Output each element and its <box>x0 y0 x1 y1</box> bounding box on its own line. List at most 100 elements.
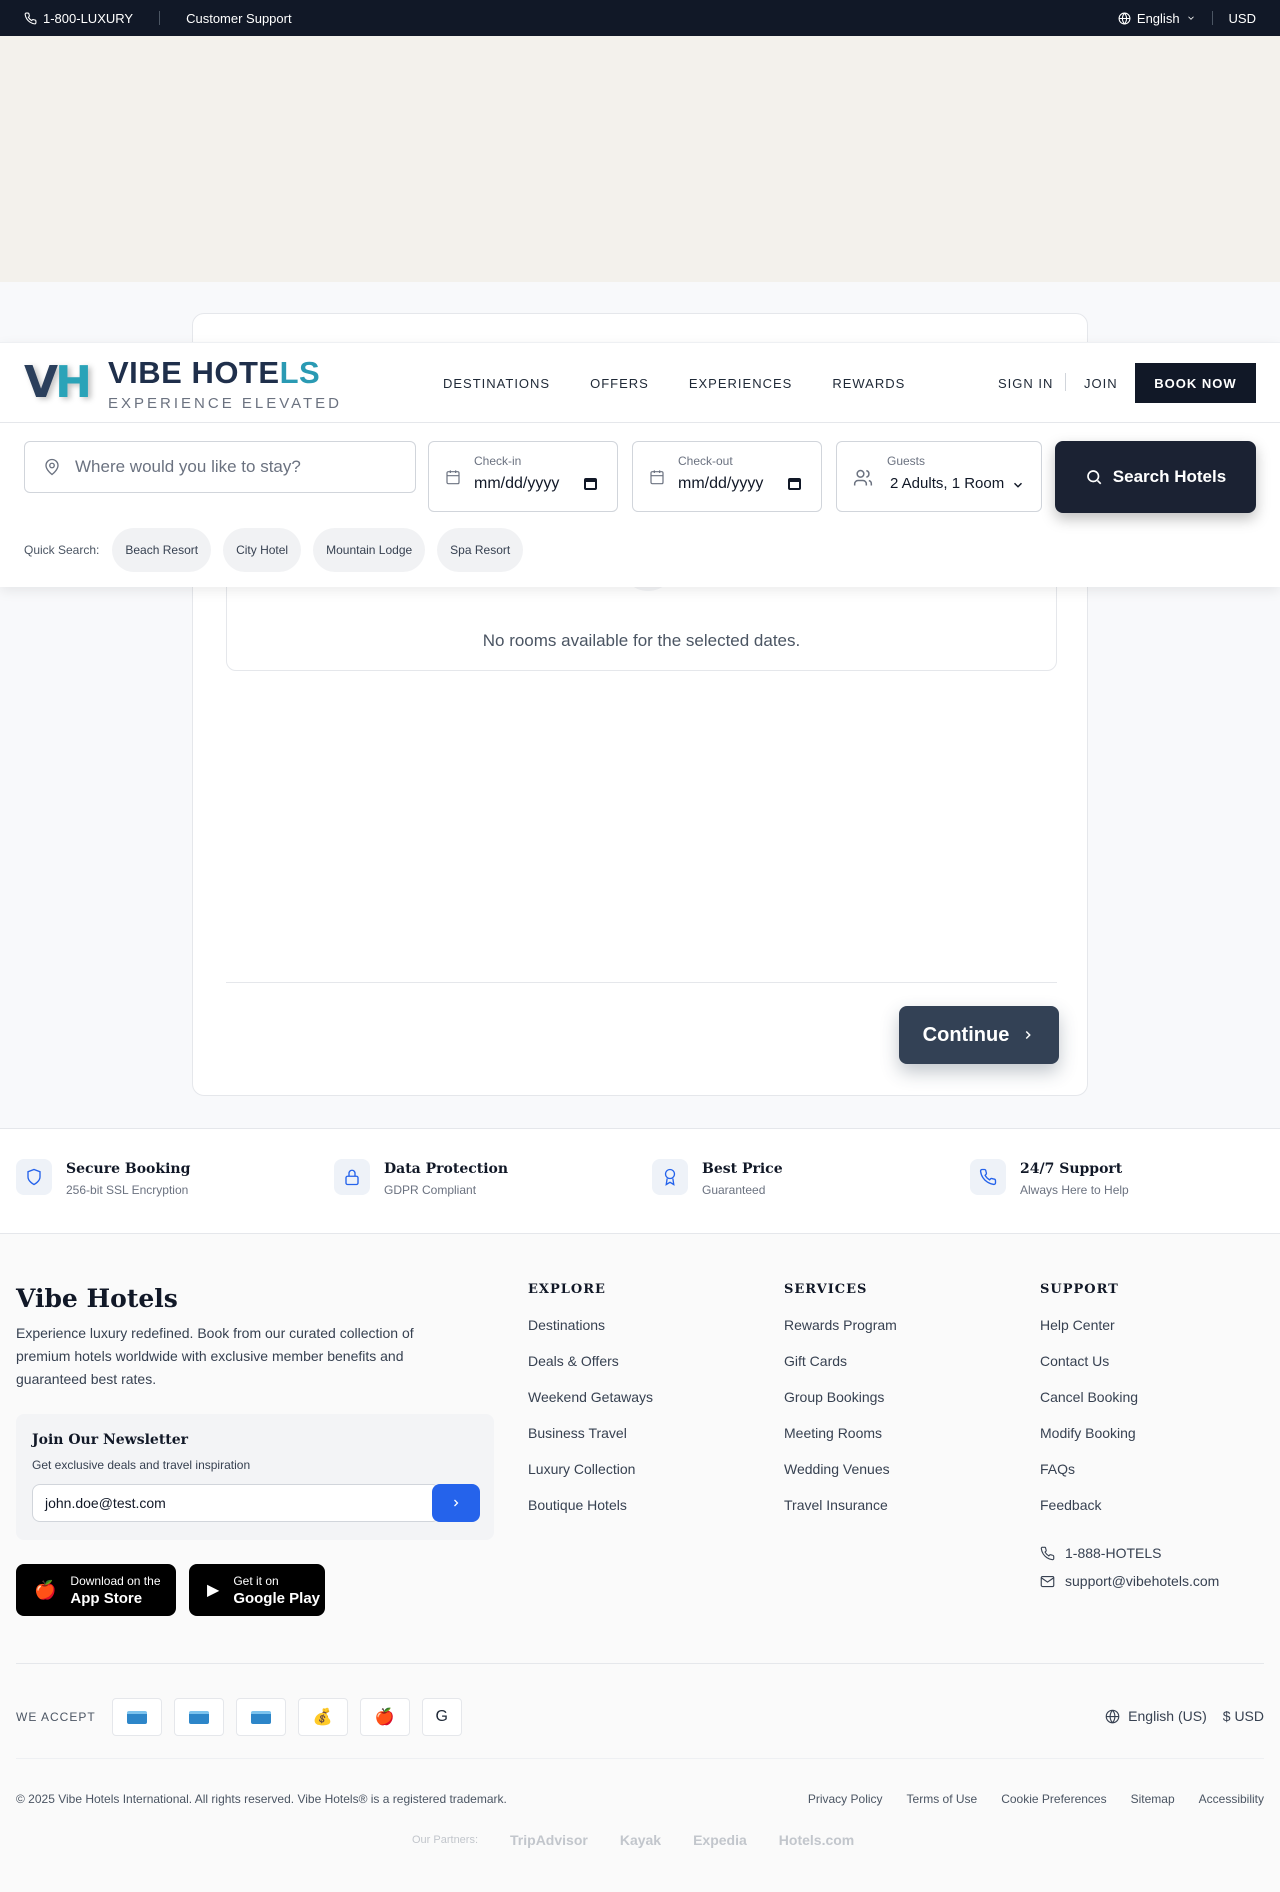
footer-link[interactable]: Travel Insurance <box>784 1497 897 1533</box>
footer-link[interactable]: Contact Us <box>1040 1353 1138 1389</box>
google-play-button[interactable]: ▶ Get it on Google Play <box>189 1564 325 1616</box>
footer-link[interactable]: Weekend Getaways <box>528 1389 653 1425</box>
quick-chip-beach-resort[interactable]: Beach Resort <box>112 528 212 572</box>
join-link[interactable]: JOIN <box>1084 376 1118 391</box>
lock-icon <box>345 1169 359 1186</box>
quick-chip-city-hotel[interactable]: City Hotel <box>223 528 302 572</box>
footer-email-text: support@vibehotels.com <box>1065 1573 1220 1589</box>
sign-in-link[interactable]: SIGN IN <box>998 376 1053 391</box>
trust-item-best-price: Best Price Guaranteed <box>652 1159 783 1197</box>
footer-link[interactable]: Boutique Hotels <box>528 1497 653 1533</box>
footer-link[interactable]: Cancel Booking <box>1040 1389 1138 1425</box>
date-picker-icon[interactable] <box>788 478 801 490</box>
hero-banner <box>0 36 1280 282</box>
footer-link[interactable]: Feedback <box>1040 1497 1138 1533</box>
column-title: SERVICES <box>784 1282 868 1297</box>
partner-logo: Kayak <box>619 1832 662 1848</box>
nav-offers[interactable]: OFFERS <box>590 376 649 391</box>
trust-item-secure-booking: Secure Booking 256-bit SSL Encryption <box>16 1159 190 1197</box>
footer-currency[interactable]: $ USD <box>1223 1708 1264 1724</box>
brand-name-main: VIBE HOTE <box>108 355 280 390</box>
trust-item-data-protection: Data Protection GDPR Compliant <box>334 1159 508 1197</box>
legal-links: Privacy Policy Terms of Use Cookie Prefe… <box>808 1792 1264 1806</box>
book-now-button[interactable]: BOOK NOW <box>1135 363 1256 403</box>
footer-link[interactable]: Luxury Collection <box>528 1461 653 1497</box>
footer-link[interactable]: Destinations <box>528 1317 653 1353</box>
empty-rooms-message: No rooms available for the selected date… <box>482 631 801 650</box>
trust-item-support: 24/7 Support Always Here to Help <box>970 1159 1129 1197</box>
users-icon <box>853 469 873 486</box>
app-store-button[interactable]: 🍎 Download on the App Store <box>16 1564 176 1616</box>
date-picker-icon[interactable] <box>584 478 597 490</box>
nav-links: DESTINATIONS OFFERS EXPERIENCES REWARDS <box>443 376 945 391</box>
footer-column-services: SERVICES Rewards Program Gift Cards Grou… <box>784 1282 897 1533</box>
terms-link[interactable]: Terms of Use <box>907 1792 978 1806</box>
search-hotels-button[interactable]: Search Hotels <box>1055 441 1256 513</box>
newsletter-box: Join Our Newsletter Get exclusive deals … <box>16 1414 494 1540</box>
search-icon <box>1086 470 1102 485</box>
footer-link[interactable]: Meeting Rooms <box>784 1425 897 1461</box>
logo-letter-h: H <box>55 357 92 408</box>
credit-card-icon <box>235 1698 286 1736</box>
we-accept-label: WE ACCEPT <box>16 1710 96 1724</box>
map-pin-icon <box>45 458 59 476</box>
currency-selector[interactable]: USD <box>1229 11 1256 26</box>
quick-chip-spa-resort[interactable]: Spa Resort <box>437 528 524 572</box>
footer-link[interactable]: Modify Booking <box>1040 1425 1138 1461</box>
accessibility-link[interactable]: Accessibility <box>1199 1792 1264 1806</box>
location-input[interactable]: Where would you like to stay? <box>24 441 416 493</box>
phone-link[interactable]: 1-800-LUXURY <box>24 11 133 26</box>
guests-label: Guests <box>887 454 926 468</box>
chevron-right-icon <box>454 1499 459 1507</box>
credit-card-icon <box>173 1698 224 1736</box>
column-title: SUPPORT <box>1040 1282 1119 1297</box>
copyright: © 2025 Vibe Hotels International. All ri… <box>16 1792 507 1806</box>
sitemap-link[interactable]: Sitemap <box>1131 1792 1175 1806</box>
language-label: English <box>1136 10 1180 26</box>
language-selector[interactable]: English <box>1118 11 1196 26</box>
quick-chip-mountain-lodge[interactable]: Mountain Lodge <box>313 528 426 572</box>
top-bar: 1-800-LUXURY Customer Support English US… <box>0 0 1280 36</box>
cookie-preferences-link[interactable]: Cookie Preferences <box>1001 1792 1106 1806</box>
nav-destinations[interactable]: DESTINATIONS <box>443 376 550 391</box>
footer-link[interactable]: Group Bookings <box>784 1389 897 1425</box>
footer-link[interactable]: Business Travel <box>528 1425 653 1461</box>
footer-phone[interactable]: 1-888-HOTELS <box>1040 1545 1161 1561</box>
footer-link[interactable]: Help Center <box>1040 1317 1138 1353</box>
app-store-large: App Store <box>70 1589 143 1607</box>
award-icon <box>664 1168 676 1186</box>
newsletter-submit-button[interactable] <box>432 1484 480 1522</box>
phone-icon <box>979 1168 997 1186</box>
brand-name[interactable]: VIBE HOTELS <box>108 355 320 391</box>
footer-link[interactable]: Deals & Offers <box>528 1353 653 1389</box>
partner-logo: Expedia <box>693 1832 747 1848</box>
customer-support-link[interactable]: Customer Support <box>186 11 292 26</box>
google-pay-icon: G <box>421 1698 462 1736</box>
nav-experiences[interactable]: EXPERIENCES <box>689 376 792 391</box>
logo-mark[interactable]: VH <box>24 357 94 409</box>
phone-icon <box>24 12 37 24</box>
divider <box>16 1758 1264 1759</box>
continue-button[interactable]: Continue <box>899 1006 1059 1064</box>
footer-language-selector[interactable]: English (US) $ USD <box>1105 1708 1264 1724</box>
calendar-icon <box>446 470 460 485</box>
footer-link[interactable]: FAQs <box>1040 1461 1138 1497</box>
check-out-field[interactable]: Check-out mm/dd/yyyy <box>632 441 822 512</box>
footer-link[interactable]: Gift Cards <box>784 1353 897 1389</box>
footer-link[interactable]: Rewards Program <box>784 1317 897 1353</box>
quick-search-label: Quick Search: <box>24 543 100 557</box>
footer-column-explore: EXPLORE Destinations Deals & Offers Week… <box>528 1282 653 1533</box>
footer-link[interactable]: Wedding Venues <box>784 1461 897 1497</box>
trust-subtitle: Always Here to Help <box>1020 1183 1129 1197</box>
brand-name-accent: LS <box>279 355 321 390</box>
check-in-field[interactable]: Check-in mm/dd/yyyy <box>428 441 618 512</box>
globe-icon <box>1105 1709 1120 1723</box>
guests-select[interactable]: Guests 2 Adults, 1 Room <box>836 441 1042 512</box>
trust-title: Secure Booking <box>66 1161 191 1177</box>
footer-email[interactable]: support@vibehotels.com <box>1040 1573 1219 1589</box>
nav-rewards[interactable]: REWARDS <box>832 376 905 391</box>
google-play-small: Get it on <box>233 1573 279 1588</box>
check-out-value: mm/dd/yyyy <box>678 475 764 492</box>
privacy-policy-link[interactable]: Privacy Policy <box>808 1792 883 1806</box>
newsletter-email-input[interactable]: john.doe@test.com <box>32 1484 440 1522</box>
